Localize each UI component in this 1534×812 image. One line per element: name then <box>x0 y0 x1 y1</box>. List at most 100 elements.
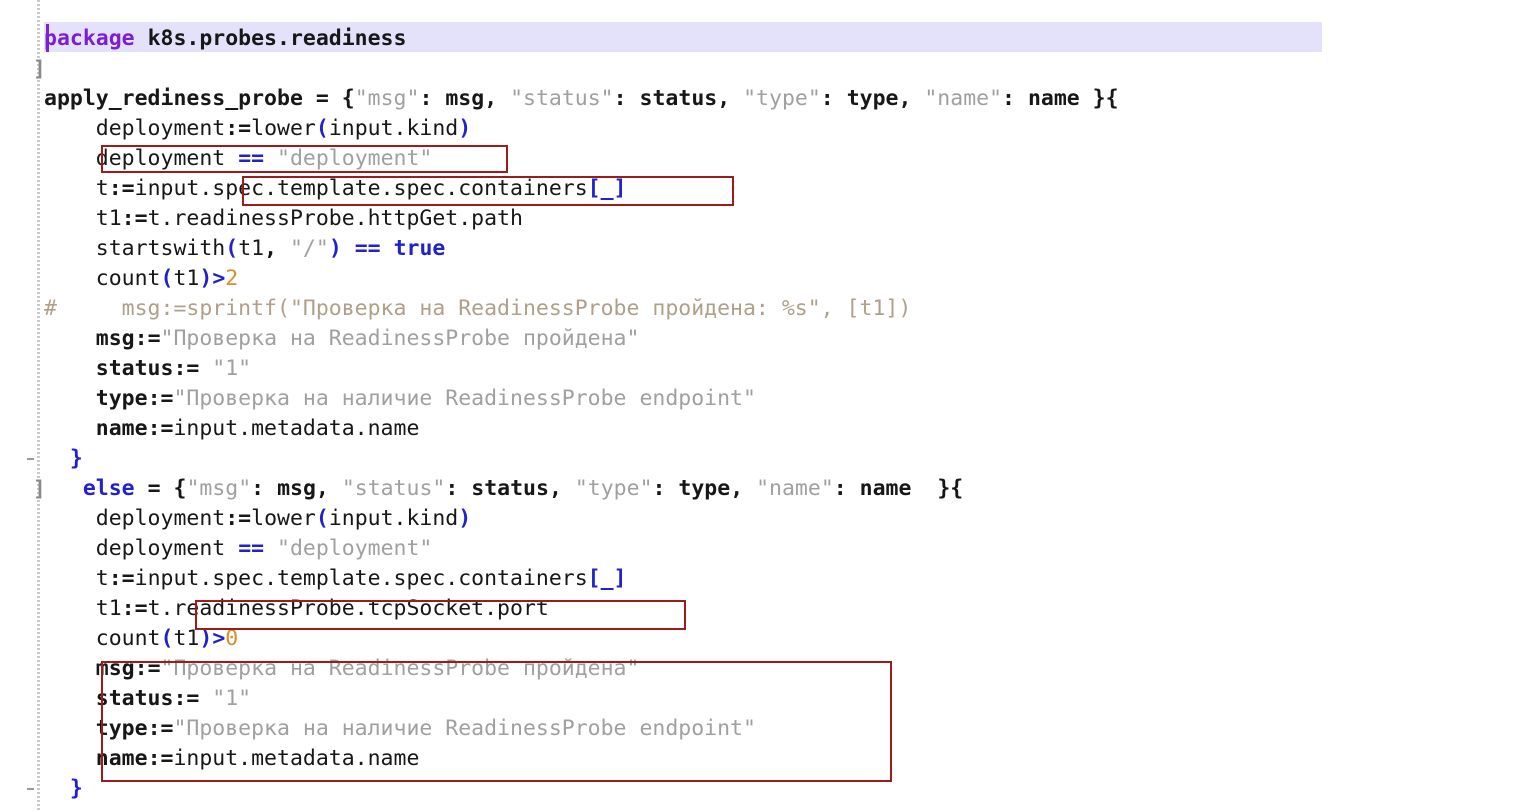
code-token: }{ <box>937 476 964 501</box>
code-line[interactable]: t:=input.spec.template.spec.containers[_… <box>44 564 627 594</box>
code-token: t.readinessProbe.httpGet.path <box>147 206 523 231</box>
code-line[interactable]: count(t1)>2 <box>44 264 238 294</box>
code-token: "name" <box>756 476 834 501</box>
fold-dash-icon[interactable] <box>27 458 34 460</box>
code-token: ( <box>225 236 239 261</box>
code-line[interactable]: t1:=t.readinessProbe.tcpSocket.port <box>44 594 549 624</box>
code-token: t <box>95 176 109 201</box>
code-token: name <box>1027 86 1080 111</box>
code-line[interactable]: status:= "1" <box>44 354 251 384</box>
code-token: = <box>147 476 161 501</box>
code-token: { <box>173 476 187 501</box>
code-token: msg <box>277 476 316 501</box>
code-editor[interactable]: package k8s.probes.readiness apply_redine… <box>0 0 1534 812</box>
code-token: "1" <box>212 356 252 381</box>
code-line[interactable]: startswith(t1, "/") == true <box>44 234 446 264</box>
fold-bracket-icon[interactable]: ] <box>33 54 46 84</box>
code-token: [_] <box>587 566 627 591</box>
code-token: } <box>69 776 83 801</box>
code-token: } <box>69 446 83 471</box>
code-token: := <box>147 416 174 441</box>
code-line[interactable]: deployment == "deployment" <box>44 144 433 174</box>
code-token: t <box>95 566 109 591</box>
code-token: "Проверка на наличие ReadinessProbe endp… <box>173 386 756 411</box>
code-token: input.spec.template.spec.containers <box>134 566 588 591</box>
code-token: := <box>225 506 252 531</box>
code-line[interactable]: t:=input.spec.template.spec.containers[_… <box>44 174 627 204</box>
code-token: "deployment" <box>277 146 433 171</box>
fold-dash-icon[interactable] <box>27 788 34 790</box>
code-token: ) <box>458 116 472 141</box>
code-token: , <box>717 86 744 111</box>
code-line[interactable]: msg:="Проверка на ReadinessProbe пройден… <box>44 324 640 354</box>
code-token: : <box>652 476 666 501</box>
fold-bracket-icon[interactable]: ] <box>33 474 46 504</box>
code-line[interactable]: deployment == "deployment" <box>44 534 433 564</box>
code-token: status <box>639 86 718 111</box>
code-token: , <box>264 236 290 261</box>
code-line[interactable]: count(t1)>0 <box>44 624 238 654</box>
code-line[interactable]: type:="Проверка на наличие ReadinessProb… <box>44 714 756 744</box>
code-token: 0 <box>225 626 239 651</box>
code-token: status <box>471 476 549 501</box>
code-line[interactable]: name:=input.metadata.name <box>44 414 420 444</box>
code-line[interactable]: # msg:=sprintf("Проверка на ReadinessPro… <box>44 294 911 324</box>
code-token: input.metadata.name <box>173 746 420 771</box>
code-token: name <box>95 416 148 441</box>
code-token: := <box>121 206 148 231</box>
code-token: type <box>95 716 148 741</box>
code-token: k8s.probes.readiness <box>147 26 407 51</box>
code-token: , <box>898 86 925 111</box>
code-token: , <box>730 476 757 501</box>
code-token: ( <box>315 506 329 531</box>
code-token: status <box>95 356 174 381</box>
code-line[interactable]: apply_rediness_probe = {"msg": msg, "sta… <box>44 84 1119 114</box>
code-line[interactable]: } <box>44 774 83 804</box>
code-token: "Проверка на ReadinessProbe пройдена" <box>160 656 640 681</box>
code-token: { <box>341 86 355 111</box>
code-line[interactable]: package k8s.probes.readiness <box>44 24 406 54</box>
code-token: ( <box>160 626 174 651</box>
code-token: := <box>134 656 161 681</box>
code-token: t.readinessProbe.tcpSocket.port <box>147 596 549 621</box>
code-line[interactable]: deployment:=lower(input.kind) <box>44 114 471 144</box>
code-token: := <box>108 176 135 201</box>
code-token: "Проверка на ReadinessProbe пройдена" <box>160 326 640 351</box>
code-line[interactable]: } <box>44 444 83 474</box>
code-line[interactable]: msg:="Проверка на ReadinessProbe пройден… <box>44 654 640 684</box>
code-line[interactable]: status:= "1" <box>44 684 251 714</box>
code-token: count <box>95 266 161 291</box>
code-token: t1 <box>238 236 265 261</box>
code-line[interactable]: deployment:=lower(input.kind) <box>44 504 471 534</box>
code-token: := <box>121 596 148 621</box>
code-token: msg <box>95 656 135 681</box>
code-token: msg <box>95 326 135 351</box>
code-line[interactable]: type:="Проверка на наличие ReadinessProb… <box>44 384 756 414</box>
code-token: ) <box>458 506 472 531</box>
code-token: input.kind <box>328 116 459 141</box>
code-line[interactable]: else = {"msg": msg, "status": status, "t… <box>44 474 963 504</box>
code-line[interactable]: t1:=t.readinessProbe.httpGet.path <box>44 204 523 234</box>
code-token: deployment <box>95 506 226 531</box>
code-line[interactable]: name:=input.metadata.name <box>44 744 420 774</box>
